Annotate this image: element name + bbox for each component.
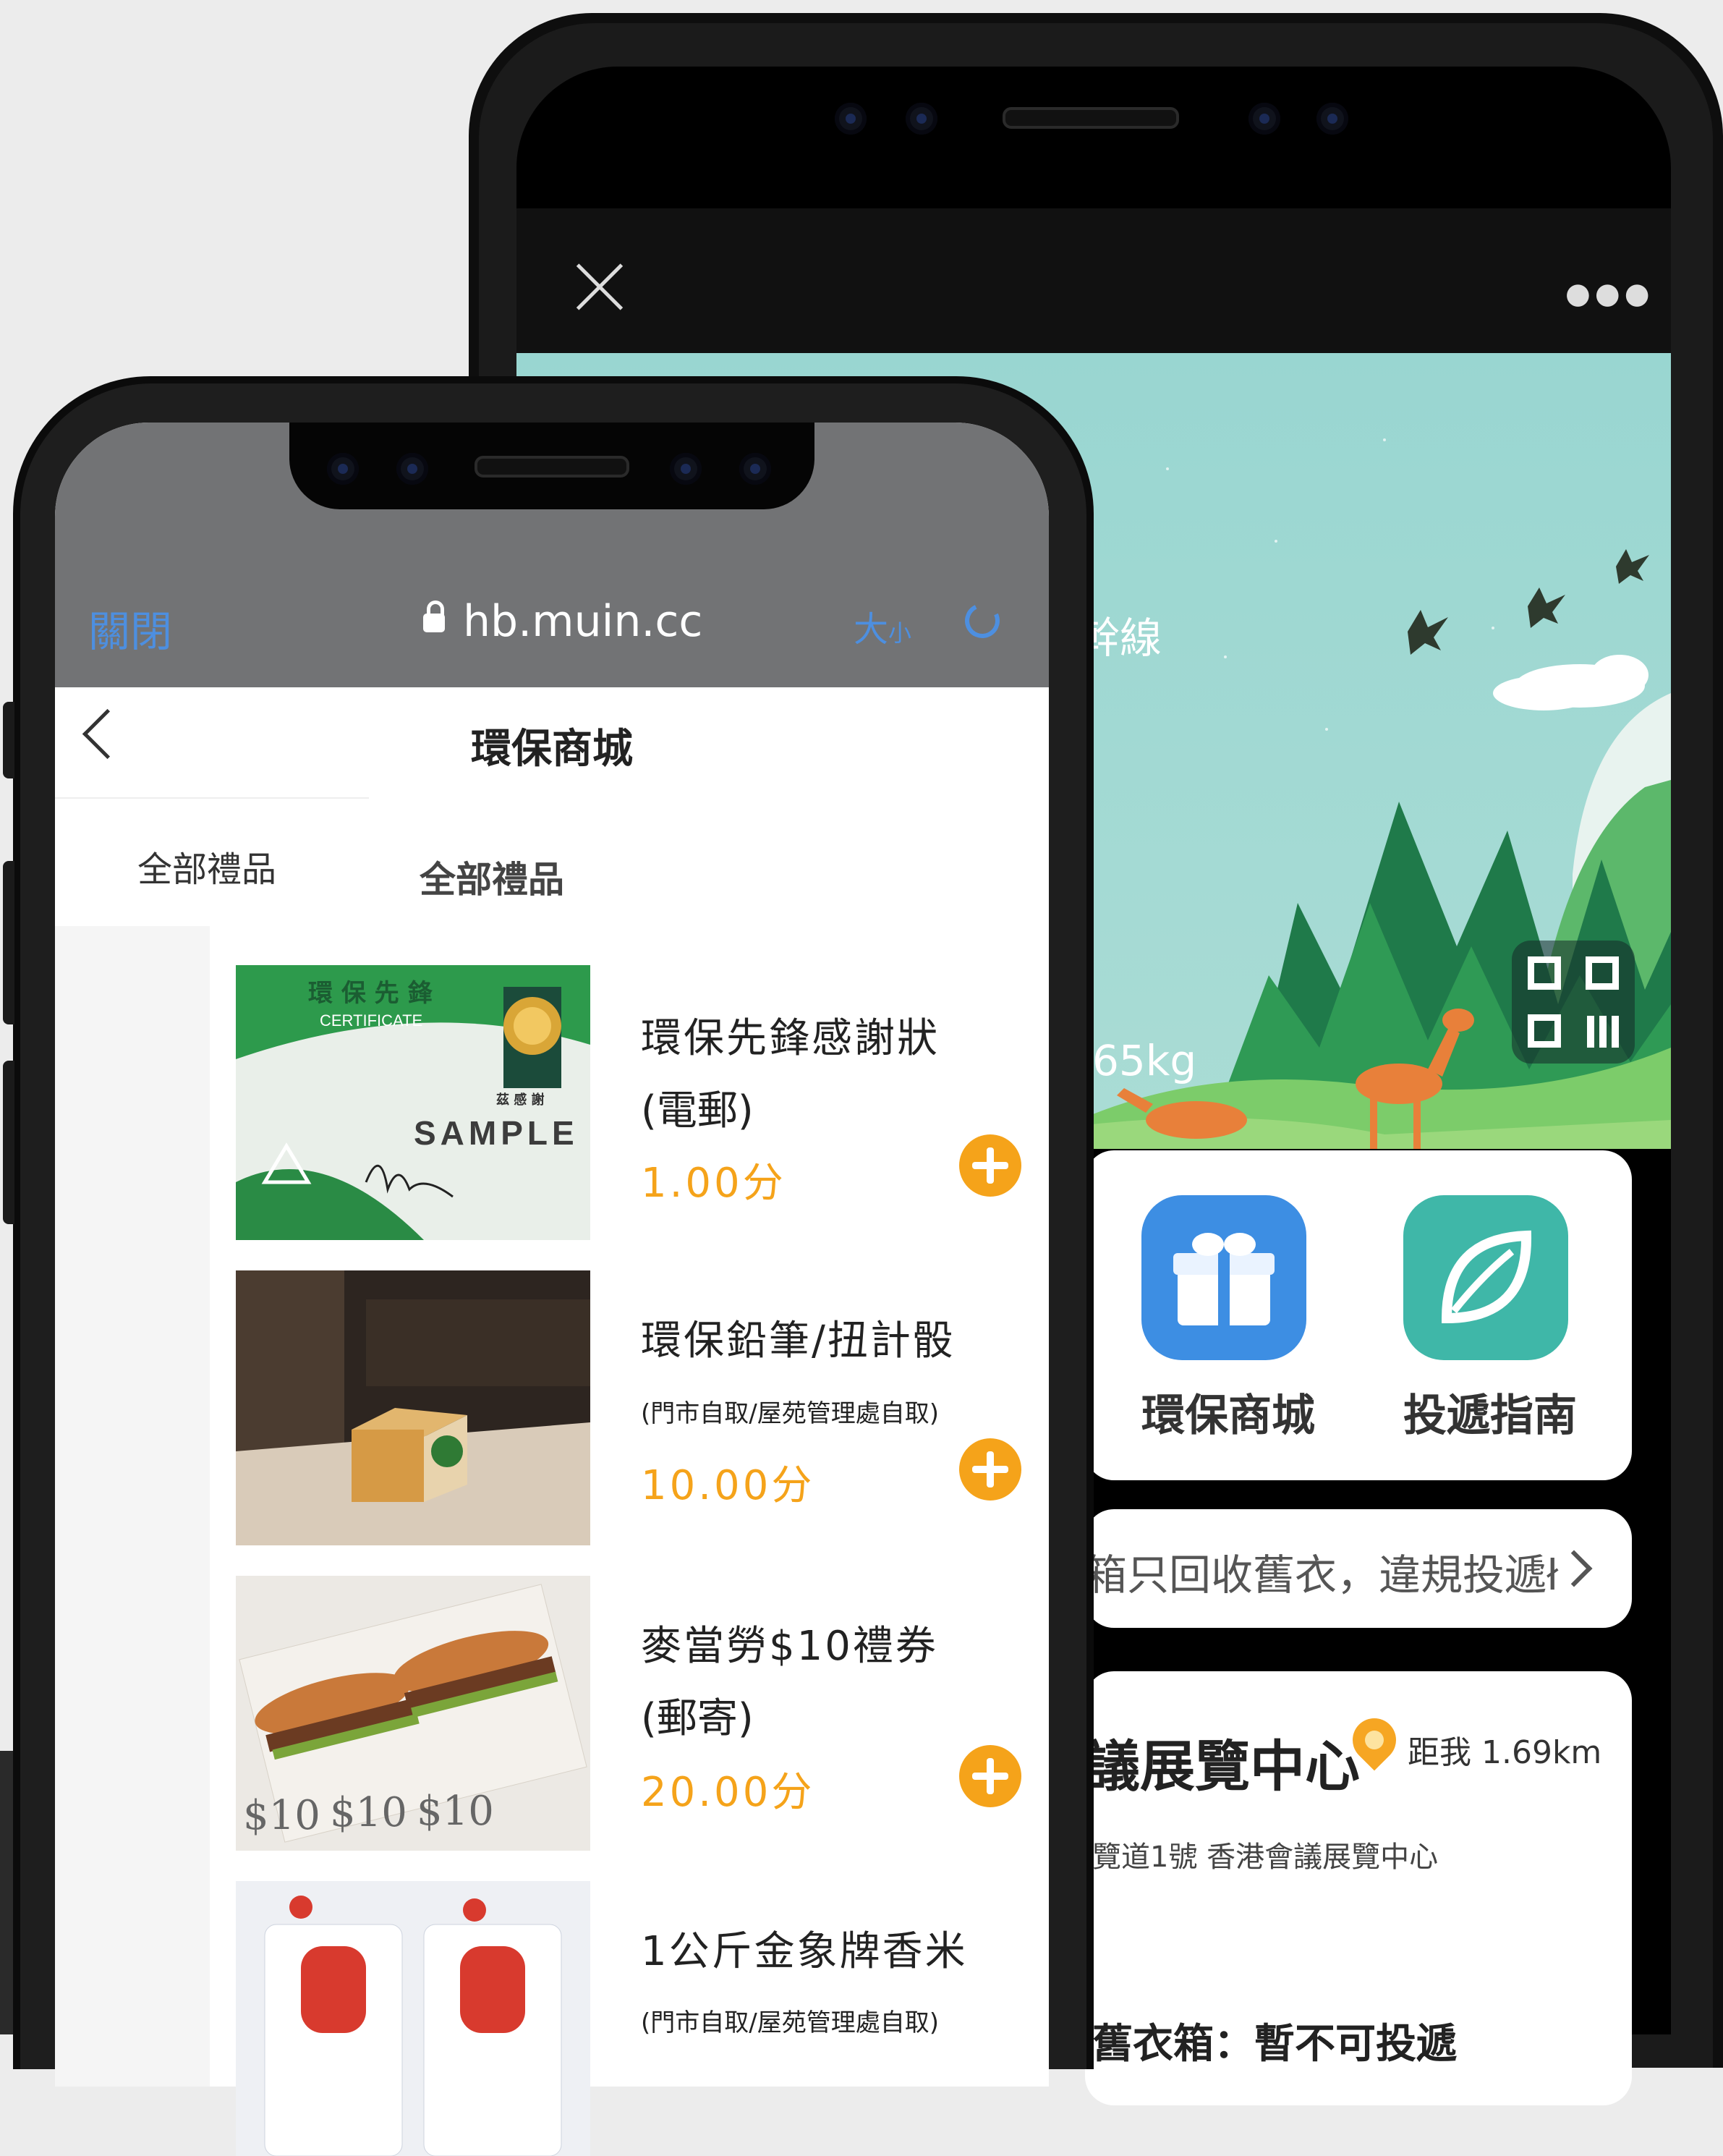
svg-text:CERTIFICATE: CERTIFICATE [320, 1011, 422, 1030]
shortcut-label-mall[interactable]: 環保商城 [1141, 1380, 1315, 1443]
add-to-cart-button[interactable] [959, 1134, 1021, 1197]
camera-icon [1248, 103, 1280, 135]
location-status: 舊衣箱：暫不可投遞 [1092, 2021, 1457, 2068]
svg-text:環 保 先 鋒: 環 保 先 鋒 [308, 979, 433, 1008]
product-item[interactable]: 1公斤金象牌香米 (門市自取/屋苑管理處自取) [236, 1881, 1046, 2156]
camera-icon [327, 453, 359, 485]
front-phone-notch [289, 423, 814, 509]
camera-icon [396, 453, 428, 485]
category-title: 全部禮品 [420, 859, 564, 901]
product-item[interactable]: $10 $10 $10 麥當勞$10禮券 (郵寄) 20.00分 [236, 1576, 1046, 1851]
speaker-grille [475, 456, 629, 478]
page-title: 環保商城 [471, 726, 633, 773]
silent-switch [3, 702, 14, 778]
product-price: 1.00分 [641, 1160, 786, 1207]
product-delivery: (門市自取/屋苑管理處自取) [641, 2008, 939, 2037]
product-name: 環保鉛筆/扭計骰 [641, 1317, 956, 1365]
lock-icon [423, 600, 445, 632]
svg-text:茲 感 謝: 茲 感 謝 [496, 1092, 545, 1108]
back-phone-notch [788, 67, 1396, 168]
qr-code-icon[interactable] [1512, 941, 1635, 1064]
speaker-grille [1003, 107, 1179, 129]
product-delivery: (門市自取/屋苑管理處自取) [641, 1399, 939, 1428]
category-sidebar [55, 799, 210, 2087]
gift-icon[interactable] [1141, 1195, 1306, 1360]
svg-text:$10: $10 [417, 1788, 494, 1835]
product-image-rice [236, 1881, 590, 2156]
more-options-icon[interactable]: ●●● [1565, 279, 1654, 308]
product-price: 10.00分 [641, 1462, 815, 1509]
add-to-cart-button[interactable] [959, 1438, 1021, 1501]
product-item[interactable]: 環保鉛筆/扭計骰 (門市自取/屋苑管理處自取) 10.00分 [236, 1270, 1046, 1545]
add-to-cart-button[interactable] [959, 1745, 1021, 1807]
camera-icon [835, 103, 867, 135]
leaf-icon[interactable] [1403, 1195, 1568, 1360]
volume-up-button [3, 861, 14, 1024]
svg-text:SAMPLE: SAMPLE [414, 1114, 579, 1152]
browser-close-button[interactable]: 關閉 [88, 598, 172, 658]
volume-down-button [3, 1061, 14, 1224]
product-name: 環保先鋒感謝狀 [641, 1015, 940, 1062]
svg-text:$10: $10 [330, 1789, 407, 1836]
product-image-cube [236, 1270, 590, 1545]
shortcut-label-guide[interactable]: 投遞指南 [1403, 1380, 1577, 1443]
camera-icon [739, 453, 771, 485]
camera-icon [1316, 103, 1348, 135]
url-address[interactable]: hb.muin.cc [463, 596, 702, 647]
product-name: 麥當勞$10禮券 [641, 1623, 938, 1670]
close-icon[interactable] [574, 262, 625, 313]
product-delivery: (郵寄) [641, 1695, 754, 1742]
hero-weight-value: 65kg [1092, 1036, 1197, 1085]
location-name: 議展覽中心 [1085, 1734, 1360, 1799]
location-distance: 距我 1.69km [1408, 1734, 1602, 1771]
camera-icon [906, 103, 937, 135]
camera-icon [670, 453, 702, 485]
back-app-topbar [516, 208, 1671, 353]
product-item[interactable]: 環 保 先 鋒 CERTIFICATE 茲 感 謝 SAMPLE 環保先鋒感謝狀… [236, 965, 1046, 1240]
svg-text:$10: $10 [243, 1792, 320, 1839]
product-name: 1公斤金象牌香米 [641, 1928, 968, 1975]
product-delivery: (電郵) [641, 1087, 754, 1134]
text-size-button[interactable]: 大小 [854, 600, 911, 651]
product-image-coupon: $10 $10 $10 [236, 1576, 590, 1851]
sidebar-item-label[interactable]: 全部禮品 [137, 841, 276, 891]
notice-text: 箱只回收舊衣，違規投遞ł [1085, 1550, 1559, 1600]
location-address: 覽道1號 香港會議展覽中心 [1092, 1841, 1439, 1874]
product-price: 20.00分 [641, 1769, 815, 1816]
product-image-certificate: 環 保 先 鋒 CERTIFICATE 茲 感 謝 SAMPLE [236, 965, 590, 1240]
